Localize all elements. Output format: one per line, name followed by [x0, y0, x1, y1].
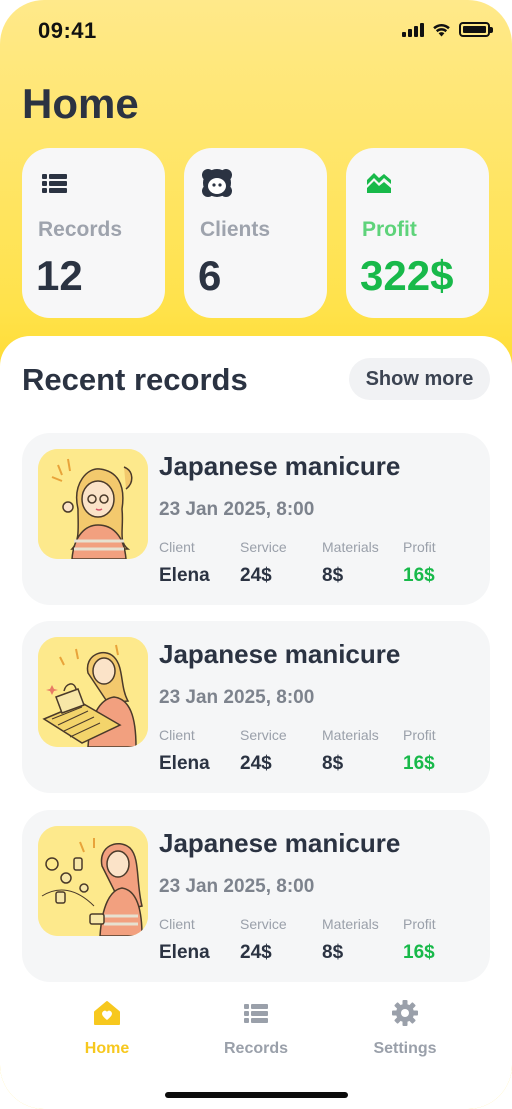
stat-label: Records — [38, 218, 123, 241]
record-illustration — [38, 449, 148, 559]
service-value: 24$ — [240, 565, 272, 586]
stat-label: Profit — [362, 218, 417, 241]
service-label: Service — [240, 727, 287, 743]
status-bar: 09:41 — [0, 0, 512, 60]
wifi-icon — [433, 23, 450, 37]
record-card[interactable]: Japanese manicure 23 Jan 2025, 8:00 Clie… — [22, 621, 490, 793]
section-title: Recent records — [22, 362, 248, 397]
record-card[interactable]: Japanese manicure 23 Jan 2025, 8:00 Clie… — [22, 810, 490, 982]
record-service: Service 24$ — [240, 916, 287, 964]
client-value: Elena — [159, 942, 210, 963]
record-client: Client Elena — [159, 727, 210, 775]
record-profit: Profit 16$ — [403, 727, 436, 775]
record-card[interactable]: Japanese manicure 23 Jan 2025, 8:00 Clie… — [22, 433, 490, 605]
stat-card-records[interactable]: Records 12 — [22, 148, 165, 318]
profit-label: Profit — [403, 539, 436, 555]
service-label: Service — [240, 539, 287, 555]
record-materials: Materials 8$ — [322, 539, 379, 587]
client-face-icon — [202, 169, 232, 197]
stat-label: Clients — [200, 218, 271, 241]
service-label: Service — [240, 916, 287, 932]
phone-screen: 09:41 Home Records 12 Clients 6 Profit 3… — [0, 0, 512, 1109]
battery-icon — [459, 22, 493, 37]
profit-label: Profit — [403, 916, 436, 932]
materials-value: 8$ — [322, 565, 344, 586]
record-client: Client Elena — [159, 539, 210, 587]
home-heart-icon — [94, 1001, 120, 1025]
record-materials: Materials 8$ — [322, 916, 379, 964]
tab-label: Settings — [373, 1040, 437, 1057]
record-illustration — [38, 826, 148, 936]
status-icons — [402, 22, 493, 37]
record-profit: Profit 16$ — [403, 539, 436, 587]
stat-value: 12 — [36, 252, 83, 299]
status-time: 09:41 — [38, 18, 97, 43]
record-date: 23 Jan 2025, 8:00 — [159, 876, 315, 897]
record-materials: Materials 8$ — [322, 727, 379, 775]
record-illustration — [38, 637, 148, 747]
profit-value: 16$ — [403, 753, 435, 774]
list-icon — [42, 174, 67, 193]
client-label: Client — [159, 727, 195, 743]
materials-value: 8$ — [322, 753, 344, 774]
materials-value: 8$ — [322, 942, 344, 963]
tab-home[interactable]: Home — [47, 998, 167, 1058]
tab-settings[interactable]: Settings — [345, 998, 465, 1058]
record-client: Client Elena — [159, 916, 210, 964]
gear-icon — [392, 1000, 418, 1026]
chart-up-icon — [367, 173, 391, 193]
stat-card-profit[interactable]: Profit 322$ — [346, 148, 489, 318]
record-date: 23 Jan 2025, 8:00 — [159, 499, 315, 520]
show-more-button[interactable]: Show more — [349, 358, 490, 400]
profit-value: 16$ — [403, 565, 435, 586]
record-title: Japanese manicure — [159, 828, 401, 858]
home-indicator — [165, 1092, 348, 1098]
tab-records[interactable]: Records — [196, 998, 316, 1058]
service-value: 24$ — [240, 942, 272, 963]
record-service: Service 24$ — [240, 539, 287, 587]
record-title: Japanese manicure — [159, 639, 401, 669]
stat-value: 6 — [198, 252, 222, 299]
cellular-signal-icon — [402, 22, 424, 37]
client-value: Elena — [159, 753, 210, 774]
record-service: Service 24$ — [240, 727, 287, 775]
record-title: Japanese manicure — [159, 451, 401, 481]
profit-value: 16$ — [403, 942, 435, 963]
materials-label: Materials — [322, 916, 379, 932]
stat-card-clients[interactable]: Clients 6 — [184, 148, 327, 318]
tab-label: Records — [223, 1040, 289, 1057]
client-value: Elena — [159, 565, 210, 586]
record-profit: Profit 16$ — [403, 916, 436, 964]
client-label: Client — [159, 539, 195, 555]
materials-label: Materials — [322, 727, 379, 743]
record-date: 23 Jan 2025, 8:00 — [159, 687, 315, 708]
page-title: Home — [22, 80, 139, 127]
list-icon — [244, 1004, 268, 1023]
profit-label: Profit — [403, 727, 436, 743]
tab-label: Home — [84, 1040, 130, 1057]
client-label: Client — [159, 916, 195, 932]
stat-value: 322$ — [360, 252, 454, 299]
service-value: 24$ — [240, 753, 272, 774]
materials-label: Materials — [322, 539, 379, 555]
